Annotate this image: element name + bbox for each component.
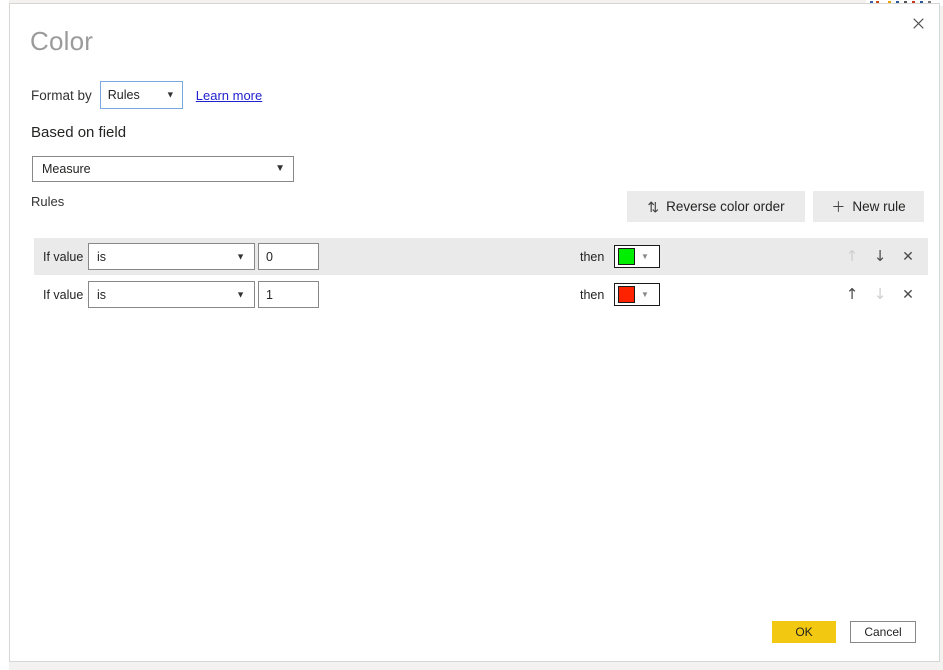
new-rule-button[interactable]: ＋ New rule	[813, 191, 924, 222]
color-formatting-dialog: Color Format by Rules ▼ Learn more Based…	[9, 3, 940, 662]
rule-color-picker[interactable]: ▼	[614, 283, 660, 306]
cancel-button[interactable]: Cancel	[850, 621, 916, 643]
color-swatch	[618, 286, 635, 303]
rule-value-input[interactable]	[258, 281, 319, 308]
if-value-label: If value	[43, 249, 84, 264]
format-by-row: Format by Rules ▼ Learn more	[31, 81, 262, 109]
plus-icon: ＋	[831, 198, 846, 215]
rule-row-actions: ↑ ↓ ✕	[844, 285, 916, 305]
rule-color-picker[interactable]: ▼	[614, 245, 660, 268]
close-button[interactable]	[903, 9, 933, 37]
chevron-down-icon: ▼	[641, 289, 649, 299]
learn-more-link[interactable]: Learn more	[196, 88, 262, 103]
format-by-label: Format by	[31, 87, 92, 103]
remove-rule-button[interactable]: ✕	[900, 247, 916, 267]
remove-rule-button[interactable]: ✕	[900, 285, 916, 305]
rule-condition-dropdown[interactable]: is ▼	[88, 281, 255, 308]
rule-row: If value is ▼ then ▼ ↑ ↓ ✕	[34, 276, 928, 313]
reverse-color-order-button[interactable]: ⇅ Reverse color order	[627, 191, 805, 222]
rule-value-input[interactable]	[258, 243, 319, 270]
color-swatch	[618, 248, 635, 265]
format-by-dropdown[interactable]: Rules ▼	[99, 81, 183, 109]
rules-section-label: Rules	[31, 194, 65, 209]
page-title: Color	[30, 26, 94, 56]
based-on-field-dropdown[interactable]: Measure ▼	[32, 156, 294, 182]
reverse-color-order-label: Reverse color order	[666, 199, 785, 214]
sort-arrows-icon: ⇅	[647, 198, 660, 215]
move-rule-up-button[interactable]: ↑	[844, 247, 860, 267]
based-on-field-label: Based on field	[31, 124, 127, 141]
new-rule-label: New rule	[852, 199, 906, 214]
move-rule-down-button[interactable]: ↓	[872, 285, 888, 305]
rule-row: If value is ▼ then ▼ ↑ ↓ ✕	[34, 238, 928, 275]
close-icon	[912, 17, 924, 29]
then-label: then	[580, 249, 605, 264]
ok-button[interactable]: OK	[772, 621, 836, 643]
rule-condition-value: is	[97, 287, 107, 302]
chevron-down-icon: ▼	[275, 163, 285, 174]
move-rule-up-button[interactable]: ↑	[844, 285, 860, 305]
based-on-field-value: Measure	[42, 162, 91, 176]
move-rule-down-button[interactable]: ↓	[872, 247, 888, 267]
left-gutter	[0, 0, 9, 670]
rule-row-actions: ↑ ↓ ✕	[844, 247, 916, 267]
rule-condition-dropdown[interactable]: is ▼	[88, 243, 255, 270]
chevron-down-icon: ▼	[236, 289, 245, 299]
if-value-label: If value	[43, 287, 84, 302]
chevron-down-icon: ▼	[165, 89, 175, 100]
rule-condition-value: is	[97, 249, 107, 264]
format-by-value: Rules	[107, 88, 140, 102]
chevron-down-icon: ▼	[236, 251, 245, 261]
then-label: then	[580, 287, 605, 302]
chevron-down-icon: ▼	[641, 251, 649, 261]
